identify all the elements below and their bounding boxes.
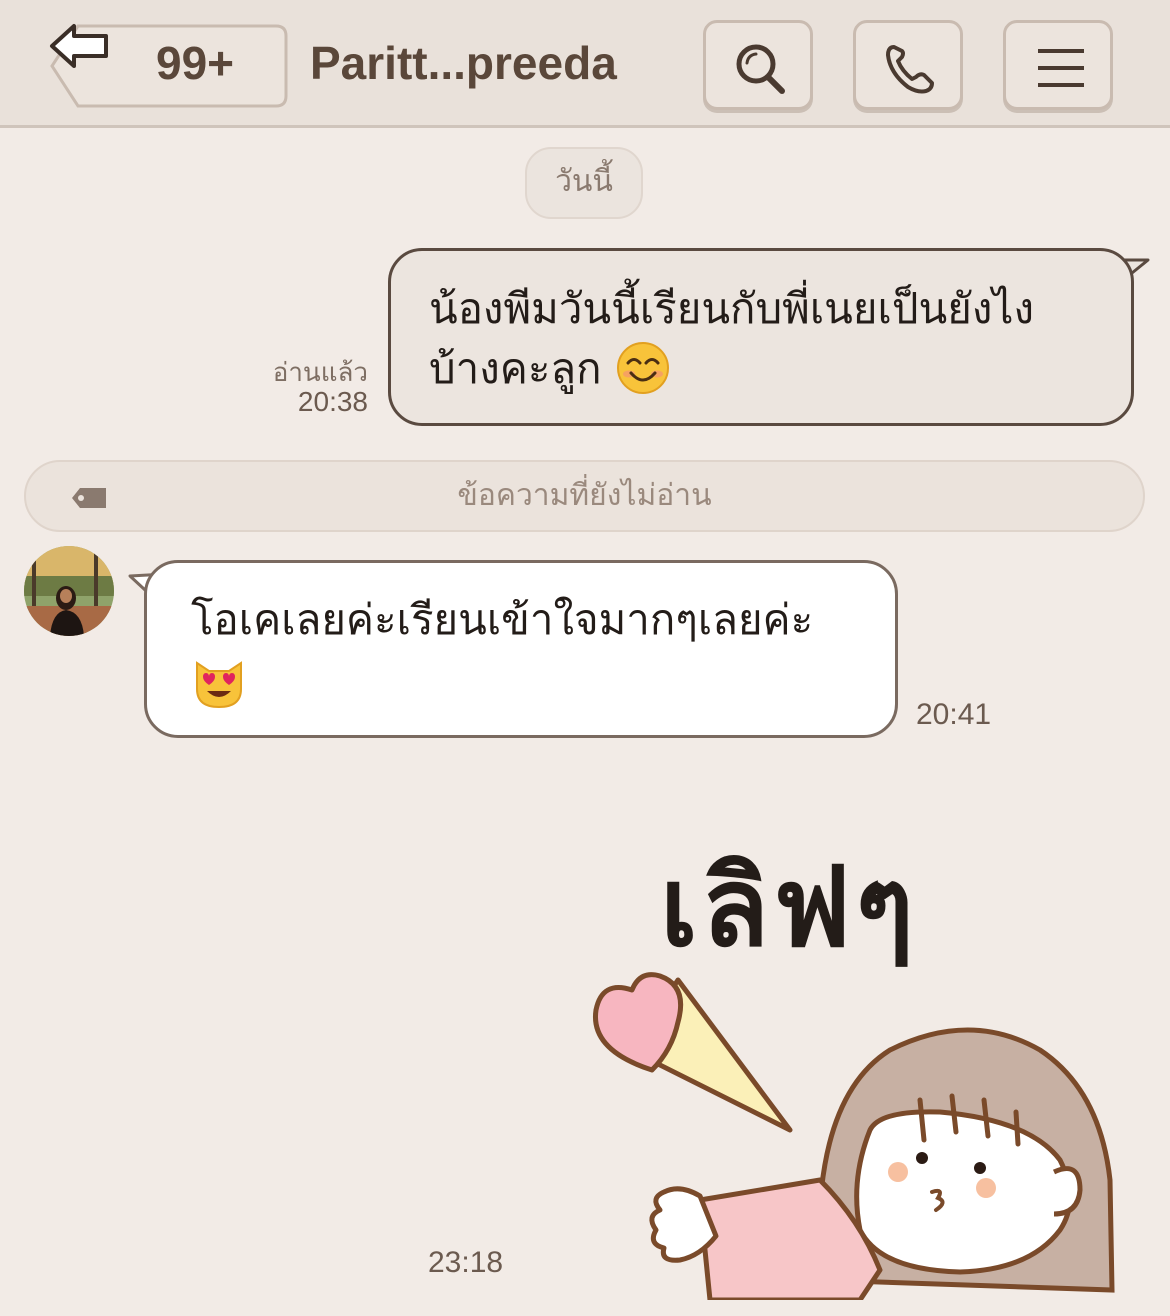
arrow-left-icon <box>50 24 108 68</box>
sent-message-bubble[interactable]: น้องพีมวันนี้เรียนกับพี่เนยเป็นยังไงบ้าง… <box>388 248 1134 426</box>
menu-button[interactable] <box>1003 20 1113 110</box>
message-time: 23:18 <box>428 1246 504 1279</box>
heart-eyes-cat-icon <box>196 661 242 709</box>
message-text: น้องพีมวันนี้เรียนกับพี่เนยเป็นยังไงบ้าง… <box>429 284 1034 393</box>
date-separator: วันนี้ <box>525 147 643 219</box>
received-message-bubble[interactable]: โอเคเลยค่ะเรียนเข้าใจมากๆเลยค่ะ <box>144 560 898 738</box>
chat-title[interactable]: Paritt...preeda <box>310 36 617 90</box>
call-button[interactable] <box>853 20 963 110</box>
menu-icon <box>1038 49 1084 87</box>
smiling-face-icon <box>616 341 669 394</box>
message-time: 20:41 <box>916 698 992 731</box>
back-button[interactable]: 99+ <box>48 22 288 110</box>
unread-count: 99+ <box>156 37 235 89</box>
message-text: โอเคเลยค่ะเรียนเข้าใจมากๆเลยค่ะ <box>191 595 814 644</box>
phone-icon <box>886 45 934 94</box>
unread-divider-label: ข้อความที่ยังไม่อ่าน <box>457 478 712 513</box>
sticker-image[interactable] <box>560 800 1160 1300</box>
message-time: 20:38 <box>297 386 368 417</box>
avatar[interactable] <box>24 546 114 636</box>
chat-header: 99+ Paritt...preeda <box>0 0 1170 128</box>
tag-icon <box>72 488 106 508</box>
search-button[interactable] <box>703 20 813 110</box>
search-icon <box>736 44 785 94</box>
unread-divider: ข้อความที่ยังไม่อ่าน <box>24 460 1145 532</box>
